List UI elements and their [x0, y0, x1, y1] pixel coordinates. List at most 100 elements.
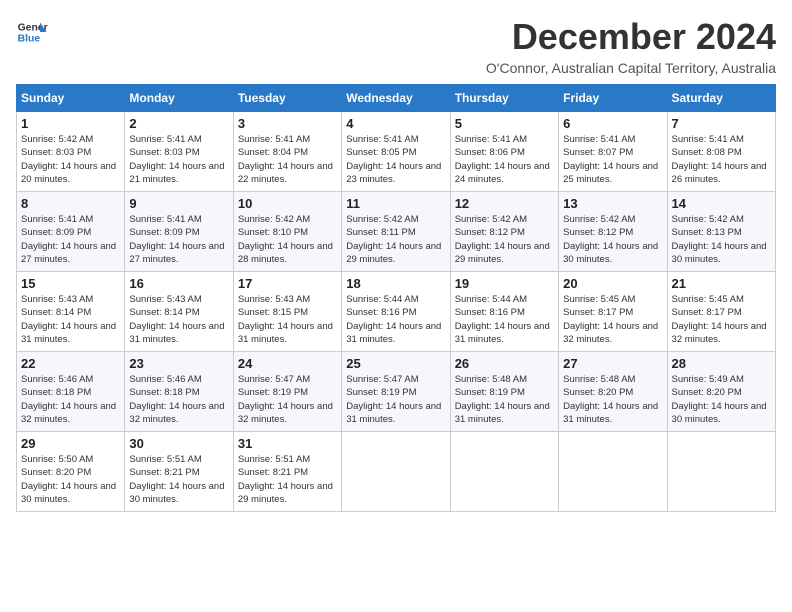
logo: General Blue	[16, 16, 48, 48]
day-number: 31	[238, 436, 337, 451]
day-number: 20	[563, 276, 662, 291]
day-number: 15	[21, 276, 120, 291]
day-number: 16	[129, 276, 228, 291]
calendar-cell	[450, 432, 558, 512]
day-number: 24	[238, 356, 337, 371]
day-info: Sunrise: 5:43 AMSunset: 8:14 PMDaylight:…	[129, 293, 228, 346]
day-info: Sunrise: 5:41 AMSunset: 8:03 PMDaylight:…	[129, 133, 228, 186]
calendar-cell: 3 Sunrise: 5:41 AMSunset: 8:04 PMDayligh…	[233, 112, 341, 192]
day-info: Sunrise: 5:48 AMSunset: 8:19 PMDaylight:…	[455, 373, 554, 426]
day-info: Sunrise: 5:45 AMSunset: 8:17 PMDaylight:…	[672, 293, 771, 346]
day-number: 10	[238, 196, 337, 211]
day-info: Sunrise: 5:42 AMSunset: 8:13 PMDaylight:…	[672, 213, 771, 266]
calendar-cell: 26 Sunrise: 5:48 AMSunset: 8:19 PMDaylig…	[450, 352, 558, 432]
day-info: Sunrise: 5:42 AMSunset: 8:12 PMDaylight:…	[563, 213, 662, 266]
calendar-cell: 23 Sunrise: 5:46 AMSunset: 8:18 PMDaylig…	[125, 352, 233, 432]
day-info: Sunrise: 5:49 AMSunset: 8:20 PMDaylight:…	[672, 373, 771, 426]
calendar-cell: 30 Sunrise: 5:51 AMSunset: 8:21 PMDaylig…	[125, 432, 233, 512]
header: General Blue December 2024 O'Connor, Aus…	[16, 16, 776, 76]
day-number: 22	[21, 356, 120, 371]
col-header-tuesday: Tuesday	[233, 85, 341, 112]
day-number: 19	[455, 276, 554, 291]
day-number: 12	[455, 196, 554, 211]
day-info: Sunrise: 5:47 AMSunset: 8:19 PMDaylight:…	[238, 373, 337, 426]
calendar-header-row: SundayMondayTuesdayWednesdayThursdayFrid…	[17, 85, 776, 112]
calendar-cell: 29 Sunrise: 5:50 AMSunset: 8:20 PMDaylig…	[17, 432, 125, 512]
day-number: 27	[563, 356, 662, 371]
day-number: 14	[672, 196, 771, 211]
day-number: 18	[346, 276, 445, 291]
logo-icon: General Blue	[16, 16, 48, 48]
calendar-cell: 22 Sunrise: 5:46 AMSunset: 8:18 PMDaylig…	[17, 352, 125, 432]
calendar-cell: 9 Sunrise: 5:41 AMSunset: 8:09 PMDayligh…	[125, 192, 233, 272]
day-number: 5	[455, 116, 554, 131]
calendar-week-row: 1 Sunrise: 5:42 AMSunset: 8:03 PMDayligh…	[17, 112, 776, 192]
calendar-cell: 31 Sunrise: 5:51 AMSunset: 8:21 PMDaylig…	[233, 432, 341, 512]
col-header-thursday: Thursday	[450, 85, 558, 112]
calendar-table: SundayMondayTuesdayWednesdayThursdayFrid…	[16, 84, 776, 512]
calendar-cell: 2 Sunrise: 5:41 AMSunset: 8:03 PMDayligh…	[125, 112, 233, 192]
calendar-week-row: 15 Sunrise: 5:43 AMSunset: 8:14 PMDaylig…	[17, 272, 776, 352]
col-header-sunday: Sunday	[17, 85, 125, 112]
day-info: Sunrise: 5:47 AMSunset: 8:19 PMDaylight:…	[346, 373, 445, 426]
day-info: Sunrise: 5:45 AMSunset: 8:17 PMDaylight:…	[563, 293, 662, 346]
month-title: December 2024	[486, 16, 776, 58]
title-area: December 2024 O'Connor, Australian Capit…	[486, 16, 776, 76]
day-info: Sunrise: 5:43 AMSunset: 8:15 PMDaylight:…	[238, 293, 337, 346]
calendar-cell: 4 Sunrise: 5:41 AMSunset: 8:05 PMDayligh…	[342, 112, 450, 192]
location-title: O'Connor, Australian Capital Territory, …	[486, 60, 776, 76]
day-info: Sunrise: 5:41 AMSunset: 8:05 PMDaylight:…	[346, 133, 445, 186]
day-number: 21	[672, 276, 771, 291]
calendar-week-row: 29 Sunrise: 5:50 AMSunset: 8:20 PMDaylig…	[17, 432, 776, 512]
day-info: Sunrise: 5:41 AMSunset: 8:09 PMDaylight:…	[21, 213, 120, 266]
day-number: 9	[129, 196, 228, 211]
col-header-friday: Friday	[559, 85, 667, 112]
calendar-cell: 20 Sunrise: 5:45 AMSunset: 8:17 PMDaylig…	[559, 272, 667, 352]
day-number: 7	[672, 116, 771, 131]
calendar-cell: 17 Sunrise: 5:43 AMSunset: 8:15 PMDaylig…	[233, 272, 341, 352]
calendar-cell	[559, 432, 667, 512]
day-number: 11	[346, 196, 445, 211]
calendar-cell: 7 Sunrise: 5:41 AMSunset: 8:08 PMDayligh…	[667, 112, 775, 192]
day-number: 8	[21, 196, 120, 211]
day-number: 13	[563, 196, 662, 211]
day-number: 4	[346, 116, 445, 131]
day-number: 17	[238, 276, 337, 291]
calendar-cell: 19 Sunrise: 5:44 AMSunset: 8:16 PMDaylig…	[450, 272, 558, 352]
day-number: 26	[455, 356, 554, 371]
calendar-cell: 28 Sunrise: 5:49 AMSunset: 8:20 PMDaylig…	[667, 352, 775, 432]
calendar-cell: 27 Sunrise: 5:48 AMSunset: 8:20 PMDaylig…	[559, 352, 667, 432]
calendar-cell: 15 Sunrise: 5:43 AMSunset: 8:14 PMDaylig…	[17, 272, 125, 352]
calendar-cell: 11 Sunrise: 5:42 AMSunset: 8:11 PMDaylig…	[342, 192, 450, 272]
calendar-cell: 6 Sunrise: 5:41 AMSunset: 8:07 PMDayligh…	[559, 112, 667, 192]
calendar-cell: 10 Sunrise: 5:42 AMSunset: 8:10 PMDaylig…	[233, 192, 341, 272]
calendar-cell: 25 Sunrise: 5:47 AMSunset: 8:19 PMDaylig…	[342, 352, 450, 432]
day-info: Sunrise: 5:41 AMSunset: 8:08 PMDaylight:…	[672, 133, 771, 186]
day-info: Sunrise: 5:41 AMSunset: 8:04 PMDaylight:…	[238, 133, 337, 186]
day-info: Sunrise: 5:43 AMSunset: 8:14 PMDaylight:…	[21, 293, 120, 346]
day-number: 23	[129, 356, 228, 371]
calendar-cell: 16 Sunrise: 5:43 AMSunset: 8:14 PMDaylig…	[125, 272, 233, 352]
day-info: Sunrise: 5:41 AMSunset: 8:06 PMDaylight:…	[455, 133, 554, 186]
day-number: 3	[238, 116, 337, 131]
day-info: Sunrise: 5:42 AMSunset: 8:12 PMDaylight:…	[455, 213, 554, 266]
day-info: Sunrise: 5:42 AMSunset: 8:03 PMDaylight:…	[21, 133, 120, 186]
col-header-monday: Monday	[125, 85, 233, 112]
calendar-cell: 18 Sunrise: 5:44 AMSunset: 8:16 PMDaylig…	[342, 272, 450, 352]
day-info: Sunrise: 5:48 AMSunset: 8:20 PMDaylight:…	[563, 373, 662, 426]
calendar-cell: 8 Sunrise: 5:41 AMSunset: 8:09 PMDayligh…	[17, 192, 125, 272]
calendar-cell: 24 Sunrise: 5:47 AMSunset: 8:19 PMDaylig…	[233, 352, 341, 432]
calendar-cell: 12 Sunrise: 5:42 AMSunset: 8:12 PMDaylig…	[450, 192, 558, 272]
day-info: Sunrise: 5:44 AMSunset: 8:16 PMDaylight:…	[346, 293, 445, 346]
calendar-cell: 14 Sunrise: 5:42 AMSunset: 8:13 PMDaylig…	[667, 192, 775, 272]
calendar-cell	[342, 432, 450, 512]
day-number: 28	[672, 356, 771, 371]
calendar-cell: 13 Sunrise: 5:42 AMSunset: 8:12 PMDaylig…	[559, 192, 667, 272]
calendar-cell: 21 Sunrise: 5:45 AMSunset: 8:17 PMDaylig…	[667, 272, 775, 352]
calendar-cell: 1 Sunrise: 5:42 AMSunset: 8:03 PMDayligh…	[17, 112, 125, 192]
day-info: Sunrise: 5:46 AMSunset: 8:18 PMDaylight:…	[129, 373, 228, 426]
day-info: Sunrise: 5:41 AMSunset: 8:09 PMDaylight:…	[129, 213, 228, 266]
col-header-wednesday: Wednesday	[342, 85, 450, 112]
day-info: Sunrise: 5:51 AMSunset: 8:21 PMDaylight:…	[238, 453, 337, 506]
day-info: Sunrise: 5:41 AMSunset: 8:07 PMDaylight:…	[563, 133, 662, 186]
